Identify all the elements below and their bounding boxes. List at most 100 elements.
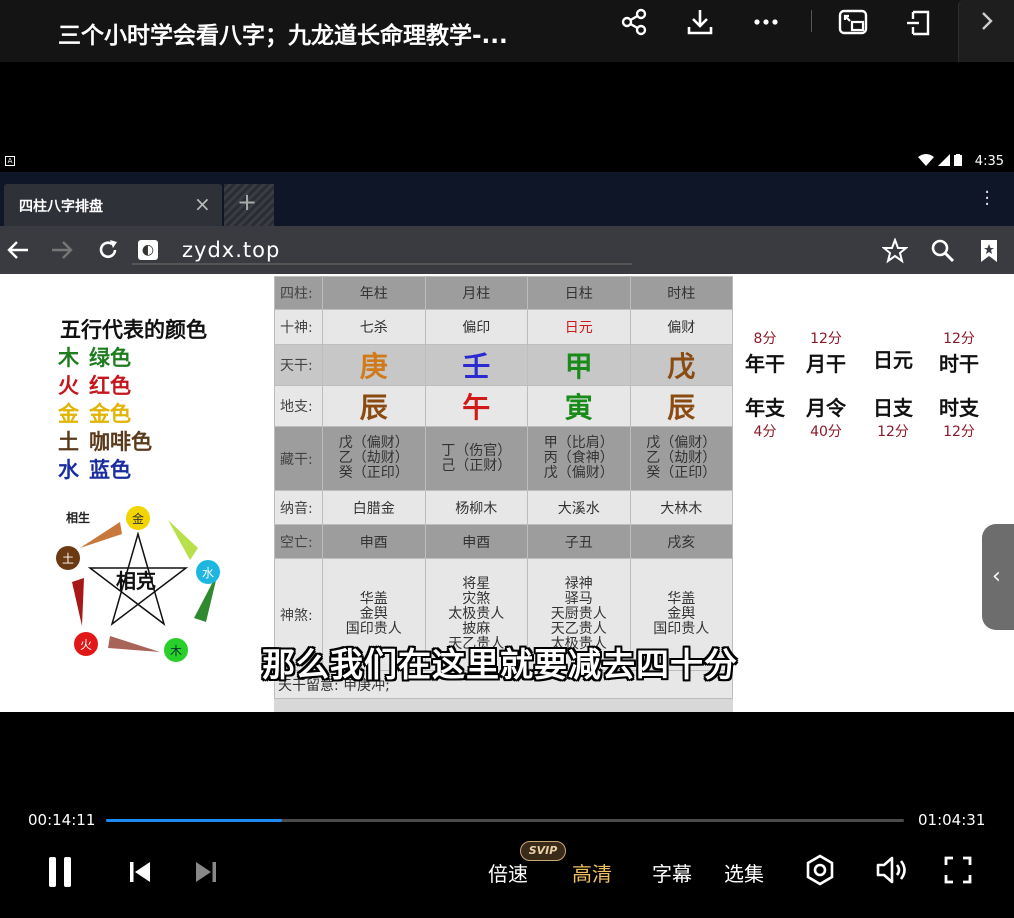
total-time: 01:04:31 (918, 811, 986, 829)
cell-line: 披麻 (462, 621, 491, 637)
score-points: 12分 (943, 424, 975, 440)
chevron-right-icon (982, 12, 993, 30)
legend-item: 金金色 (58, 398, 131, 428)
fullscreen-button[interactable] (940, 852, 976, 888)
score-label: 日元 (873, 348, 913, 372)
row-label: 天干: (274, 344, 323, 386)
score-points: 12分 (943, 331, 975, 347)
table-row-kongwang: 空亡: 申酉 申酉 子丑 戌亥 (274, 524, 733, 559)
legend-element: 土 (58, 430, 79, 454)
next-button[interactable] (190, 856, 222, 888)
legend-color-name: 金色 (89, 402, 131, 426)
arrow-tu-jin (80, 522, 122, 548)
score-item: 12分 月干 (801, 328, 851, 377)
canggan-cell: 戊（偏财） 乙（劫财） 癸（正印） (322, 426, 426, 491)
download-icon[interactable] (680, 6, 720, 38)
legend-color-name: 咖啡色 (89, 430, 152, 454)
share-icon[interactable] (614, 6, 654, 38)
table-row-canggan: 藏干: 戊（偏财） 乙（劫财） 癸（正印） 丁（伤官） 己（正财） 甲（比肩） 丙（食神… (274, 426, 733, 491)
tab-close-icon[interactable]: × (194, 192, 211, 216)
url-field[interactable]: ◐ zydx.top (132, 235, 632, 265)
forward-icon[interactable] (50, 238, 74, 262)
float-window-icon[interactable] (899, 6, 939, 38)
cell-line: 丁（伤官） (441, 442, 512, 459)
volume-button[interactable] (872, 852, 910, 888)
node-shui-label: 水 (202, 566, 214, 580)
speed-button[interactable]: 倍速 (488, 858, 528, 887)
fullscreen-icon (944, 856, 972, 884)
score-label: 年支 (745, 396, 785, 420)
score-points: 12分 (877, 424, 909, 440)
legend-title: 五行代表的颜色 (60, 318, 207, 342)
dizhi-cell: 辰 (322, 385, 426, 427)
node-tu-label: 土 (62, 552, 74, 566)
legend-item: 土咖啡色 (58, 426, 152, 456)
cell-line: 癸（正印） (338, 465, 409, 481)
cell-line: 天乙贵人 (550, 621, 607, 637)
cell-line: 金舆 (667, 606, 696, 622)
cell: 杨柳木 (424, 490, 528, 525)
browser-url-bar: ◐ zydx.top (0, 226, 1014, 274)
back-icon[interactable] (6, 238, 30, 262)
skip-next-icon (196, 862, 216, 882)
episodes-button[interactable]: 选集 (724, 858, 764, 887)
current-time: 00:14:11 (28, 811, 96, 829)
canggan-cell: 戊（偏财） 乙（劫财） 癸（正印） (629, 426, 733, 491)
cell: 子丑 (527, 524, 631, 559)
search-icon[interactable] (930, 238, 956, 264)
cast-button[interactable] (802, 852, 838, 888)
cell-line: 乙（劫财） (646, 450, 717, 466)
video-frame[interactable]: A 4:35 四柱八字排盘 × + · · · ◐ zydx.top 五行代表的颜色… (0, 150, 1014, 712)
canggan-cell: 丁（伤官） 己（正财） (424, 426, 528, 491)
cell-line: 国印贵人 (653, 621, 710, 637)
header-cell: 日柱 (527, 276, 631, 310)
side-panel-handle[interactable]: ‹ (982, 524, 1014, 630)
quality-button[interactable]: 高清 (572, 858, 612, 887)
score-item: 月令 40分 (801, 392, 851, 441)
pause-button[interactable] (44, 852, 76, 892)
row-label: 空亡: (274, 524, 323, 559)
cell-line: 戊（偏财） (338, 435, 409, 451)
cell: 大林木 (629, 490, 733, 525)
new-tab-button[interactable]: + (224, 184, 274, 226)
score-label: 月令 (806, 396, 846, 420)
captions-button[interactable]: 字幕 (652, 858, 692, 887)
score-points: 4分 (753, 424, 777, 440)
row-label: 纳音: (274, 490, 323, 525)
table-row-tiangan: 天干: 庚 壬 甲 戊 (274, 344, 733, 386)
tiangan-cell: 庚 (322, 344, 426, 386)
collapse-panel[interactable] (958, 0, 1014, 62)
table-row-pillars: 四柱: 年柱 月柱 日柱 时柱 (274, 276, 733, 310)
score-item: 8分 年干 (740, 328, 790, 377)
star-icon[interactable] (882, 238, 908, 264)
cell-line: 乙（劫财） (338, 450, 409, 466)
legend-color-name: 红色 (89, 374, 131, 398)
cell: 申酉 (424, 524, 528, 559)
more-icon[interactable] (746, 6, 786, 38)
cell-line: 天厨贵人 (550, 606, 607, 622)
browser-tab[interactable]: 四柱八字排盘 × (4, 184, 222, 226)
pip-icon[interactable] (833, 6, 873, 38)
url-text: zydx.top (182, 238, 281, 262)
dizhi-cell: 寅 (527, 385, 631, 427)
header-cell: 时柱 (629, 276, 733, 310)
dizhi-cell: 辰 (629, 385, 733, 427)
bookmark-icon[interactable] (978, 238, 1000, 264)
legend-element: 水 (58, 458, 79, 482)
progress-fill (106, 819, 282, 822)
arrow-jin-shui (168, 520, 198, 560)
overflow-menu-icon[interactable]: · · · (984, 184, 990, 214)
chevron-left-icon: ‹ (992, 564, 1001, 589)
legend-element: 火 (58, 374, 79, 398)
previous-button[interactable] (124, 856, 156, 888)
legend-element: 金 (58, 402, 79, 426)
status-icons (918, 154, 962, 166)
legend-item: 火红色 (58, 370, 131, 400)
cell-line: 太极贵人 (448, 606, 505, 622)
signal-icon (938, 154, 950, 166)
battery-icon (954, 154, 962, 166)
reload-icon[interactable] (96, 238, 120, 262)
score-item: 时支 12分 (934, 392, 984, 441)
cell-line: 华盖 (359, 591, 388, 607)
progress-bar[interactable] (106, 819, 904, 822)
